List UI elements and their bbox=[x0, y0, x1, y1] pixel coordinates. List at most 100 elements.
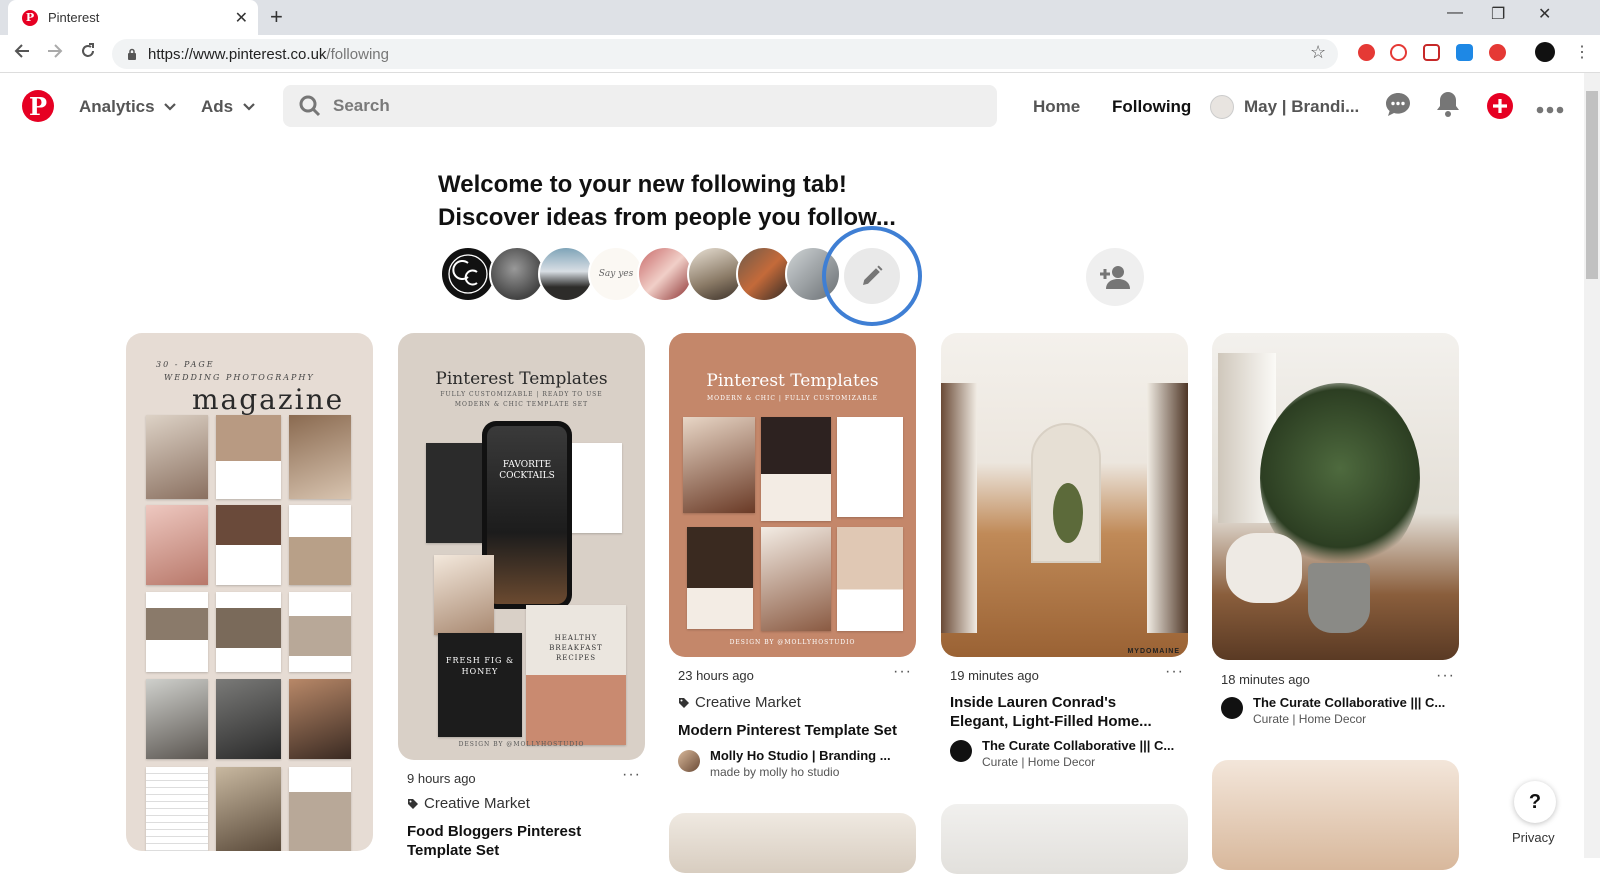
pin-more-icon[interactable]: ··· bbox=[1165, 663, 1184, 681]
back-arrow-icon[interactable] bbox=[14, 43, 30, 64]
extension-shield-icon[interactable] bbox=[1390, 44, 1407, 61]
tab-close-icon[interactable]: ✕ bbox=[235, 8, 248, 28]
pin-author[interactable]: The Curate Collaborative ||| C... Curate… bbox=[1221, 695, 1445, 726]
magazine-thumb bbox=[216, 505, 281, 585]
pin-image-text: HEALTHY BREAKFAST RECIPES bbox=[549, 634, 603, 662]
analytics-label: Analytics bbox=[79, 97, 155, 116]
pin-image-text: FULLY CUSTOMIZABLE | READY TO USE bbox=[440, 391, 603, 398]
pin-card-monstera[interactable] bbox=[1212, 333, 1459, 660]
followed-avatars: Say yes bbox=[440, 246, 900, 304]
create-plus-icon[interactable] bbox=[1487, 93, 1513, 124]
pin-board-tag[interactable]: Creative Market bbox=[678, 694, 801, 711]
browser-menu-icon[interactable]: ⋮ bbox=[1574, 42, 1591, 61]
profile-name: May | Brandi... bbox=[1244, 97, 1360, 116]
pin-card[interactable] bbox=[941, 804, 1188, 874]
magazine-thumb bbox=[216, 415, 281, 499]
extension-adblock-icon[interactable] bbox=[1358, 44, 1375, 61]
cc-logo-icon bbox=[448, 254, 488, 294]
pin-card-food-bloggers[interactable]: Pinterest Templates FULLY CUSTOMIZABLE |… bbox=[398, 333, 645, 760]
extension-blue-icon[interactable] bbox=[1456, 44, 1473, 61]
pinner-name: The Curate Collaborative ||| C... bbox=[982, 738, 1175, 753]
extension-pocket-icon[interactable] bbox=[1423, 44, 1440, 61]
pinner-avatar bbox=[678, 750, 700, 772]
phone-text: FAVORITE COCKTAILS bbox=[499, 460, 555, 481]
url-path: /following bbox=[326, 45, 389, 63]
pin-more-icon[interactable]: ··· bbox=[1436, 667, 1455, 685]
avatar[interactable] bbox=[637, 246, 693, 302]
magazine-thumb bbox=[289, 767, 351, 851]
close-window-button[interactable]: ✕ bbox=[1538, 4, 1551, 24]
pin-board-label: Creative Market bbox=[424, 795, 530, 812]
pinner-subtitle: Curate | Home Decor bbox=[982, 755, 1096, 769]
pin-title[interactable]: Modern Pinterest Template Set bbox=[678, 721, 898, 740]
reload-icon[interactable] bbox=[80, 43, 96, 64]
nav-profile[interactable]: May | Brandi... bbox=[1210, 95, 1359, 119]
edit-following-button[interactable] bbox=[844, 248, 900, 304]
pin-image-text: MODERN & CHIC TEMPLATE SET bbox=[454, 401, 589, 408]
restore-button[interactable]: ❐ bbox=[1491, 4, 1505, 24]
pin-image-watermark: MYDOMAINE bbox=[1127, 648, 1180, 655]
pin-title[interactable]: Food Bloggers Pinterest Template Set bbox=[407, 822, 627, 860]
more-options-icon[interactable] bbox=[1536, 101, 1564, 119]
template-card bbox=[566, 443, 622, 533]
nav-home[interactable]: Home bbox=[1033, 97, 1080, 117]
pin-card-wedding-magazine[interactable]: 30 - PAGE WEDDING PHOTOGRAPHY magazine bbox=[126, 333, 373, 851]
pin-card[interactable] bbox=[1212, 760, 1459, 870]
template-card bbox=[837, 527, 903, 631]
magazine-thumb bbox=[216, 592, 281, 672]
minimize-button[interactable]: — bbox=[1447, 4, 1463, 22]
avatar[interactable] bbox=[736, 246, 792, 302]
avatar[interactable] bbox=[489, 246, 545, 302]
template-card bbox=[438, 633, 522, 737]
search-bar[interactable] bbox=[283, 85, 997, 127]
pin-author[interactable]: Molly Ho Studio | Branding ... made by m… bbox=[678, 748, 891, 779]
page-scrollbar[interactable] bbox=[1584, 73, 1600, 858]
avatar[interactable] bbox=[538, 246, 594, 302]
avatar[interactable] bbox=[440, 246, 496, 302]
template-card bbox=[837, 417, 903, 517]
pinner-name: The Curate Collaborative ||| C... bbox=[1253, 695, 1446, 710]
pin-card-lauren-conrad[interactable]: MYDOMAINE bbox=[941, 333, 1188, 657]
extension-red-icon[interactable] bbox=[1489, 44, 1506, 61]
messages-icon[interactable] bbox=[1385, 91, 1411, 122]
nav-following[interactable]: Following bbox=[1112, 97, 1191, 117]
pin-title[interactable]: Inside Lauren Conrad's Elegant, Light-Fi… bbox=[950, 693, 1175, 731]
notifications-bell-icon[interactable] bbox=[1436, 91, 1460, 122]
pin-card-modern-template[interactable]: Pinterest Templates MODERN & CHIC | FULL… bbox=[669, 333, 916, 657]
help-button[interactable]: ? bbox=[1514, 781, 1556, 823]
forward-arrow-icon[interactable] bbox=[47, 43, 63, 64]
analytics-menu[interactable]: Analytics bbox=[79, 97, 177, 117]
pin-timestamp: 9 hours ago bbox=[407, 771, 476, 786]
avatar[interactable] bbox=[687, 246, 743, 302]
pin-card[interactable] bbox=[669, 813, 916, 873]
ads-menu[interactable]: Ads bbox=[201, 97, 256, 117]
pinner-name: Molly Ho Studio | Branding ... bbox=[710, 748, 891, 763]
chevron-down-icon bbox=[164, 103, 177, 111]
avatar[interactable] bbox=[785, 246, 841, 302]
address-bar[interactable]: https://www.pinterest.co.uk/following bbox=[112, 39, 1338, 69]
magazine-thumb bbox=[146, 415, 208, 499]
avatar[interactable]: Say yes bbox=[588, 246, 644, 302]
pin-board-tag[interactable]: Creative Market bbox=[407, 795, 530, 812]
pinterest-logo-icon[interactable]: P bbox=[22, 90, 54, 122]
new-tab-button[interactable]: + bbox=[270, 4, 283, 30]
add-following-button[interactable] bbox=[1086, 248, 1144, 306]
browser-tab[interactable]: P Pinterest ✕ bbox=[8, 0, 258, 35]
scrollbar-thumb[interactable] bbox=[1586, 91, 1598, 279]
pin-image-title: Pinterest Templates bbox=[706, 371, 879, 391]
pin-more-icon[interactable]: ··· bbox=[893, 663, 912, 681]
bookmark-star-icon[interactable]: ☆ bbox=[1310, 42, 1326, 63]
pin-author[interactable]: The Curate Collaborative ||| C... Curate… bbox=[950, 738, 1174, 769]
pin-more-icon[interactable]: ··· bbox=[622, 766, 641, 784]
pencil-icon bbox=[863, 265, 883, 285]
chevron-down-icon bbox=[243, 103, 255, 111]
phone-mockup: FAVORITE COCKTAILS bbox=[482, 421, 572, 609]
magazine-thumb bbox=[216, 679, 281, 759]
browser-profile-avatar[interactable] bbox=[1535, 42, 1555, 62]
add-person-icon bbox=[1100, 266, 1130, 289]
pin-image-text: DESIGN BY @MOLLYHOSTUDIO bbox=[729, 639, 856, 646]
search-input[interactable] bbox=[333, 96, 933, 116]
privacy-link[interactable]: Privacy bbox=[1512, 830, 1555, 845]
magazine-thumb bbox=[146, 505, 208, 585]
door-right bbox=[1147, 383, 1188, 633]
